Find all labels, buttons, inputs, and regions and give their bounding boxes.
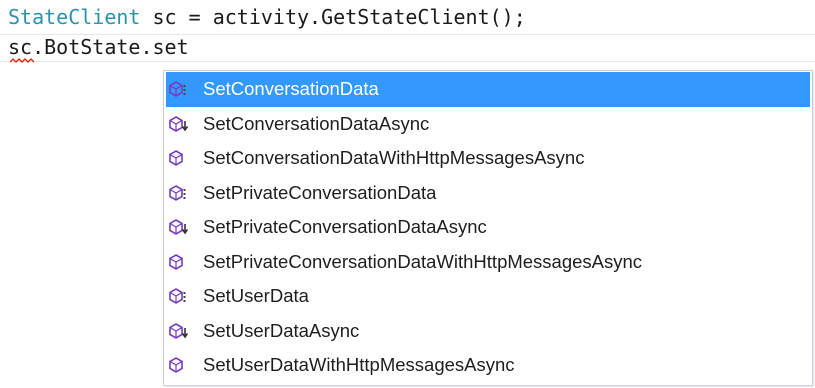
completion-item-label: SetUserDataWithHttpMessagesAsync <box>203 354 515 376</box>
completion-item-label: SetPrivateConversationDataWithHttpMessag… <box>203 250 643 272</box>
method-icon <box>168 354 194 376</box>
extension-method-icon <box>168 320 194 342</box>
code-line-2[interactable]: sc.BotState.set <box>8 33 189 61</box>
completion-item[interactable]: SetConversationData <box>166 72 810 107</box>
completion-item-label: SetPrivateConversationData <box>203 181 437 203</box>
code-line-1-rest: sc = activity.GetStateClient(); <box>140 5 526 29</box>
extension-method-icon <box>168 113 194 135</box>
error-squiggle <box>10 58 34 63</box>
completion-item-label: SetUserData <box>203 285 309 307</box>
completion-item-label: SetPrivateConversationDataAsync <box>203 216 487 238</box>
completion-item[interactable]: SetUserData <box>164 279 812 314</box>
completion-item[interactable]: SetPrivateConversationDataWithHttpMessag… <box>164 245 812 280</box>
completion-item[interactable]: SetConversationDataAsync <box>164 107 812 142</box>
completion-item[interactable]: SetPrivateConversationData <box>164 176 812 211</box>
completion-item-label: SetConversationDataWithHttpMessagesAsync <box>203 147 585 169</box>
code-line-2-text: sc.BotState.set <box>8 35 189 59</box>
method-overload-icon <box>168 285 194 307</box>
method-overload-icon <box>168 182 194 204</box>
method-icon <box>168 251 194 273</box>
type-name-token: StateClient <box>8 5 141 29</box>
extension-method-icon <box>168 216 194 238</box>
completion-item[interactable]: SetUserDataWithHttpMessagesAsync <box>164 348 812 383</box>
completion-item[interactable]: SetConversationDataWithHttpMessagesAsync <box>164 141 812 176</box>
completion-item[interactable]: SetUserDataAsync <box>164 314 812 349</box>
completion-item[interactable]: SetPrivateConversationDataAsync <box>164 210 812 245</box>
method-overload-icon <box>168 78 194 100</box>
intellisense-completion-list[interactable]: SetConversationData SetConversationDataAs… <box>163 70 813 386</box>
completion-item-label: SetConversationDataAsync <box>203 112 430 134</box>
completion-item-label: SetUserDataAsync <box>203 319 360 341</box>
code-line-1[interactable]: StateClient sc = activity.GetStateClient… <box>8 3 526 31</box>
method-icon <box>168 147 194 169</box>
code-editor[interactable]: StateClient sc = activity.GetStateClient… <box>0 0 815 388</box>
completion-item-label: SetConversationData <box>203 78 379 100</box>
